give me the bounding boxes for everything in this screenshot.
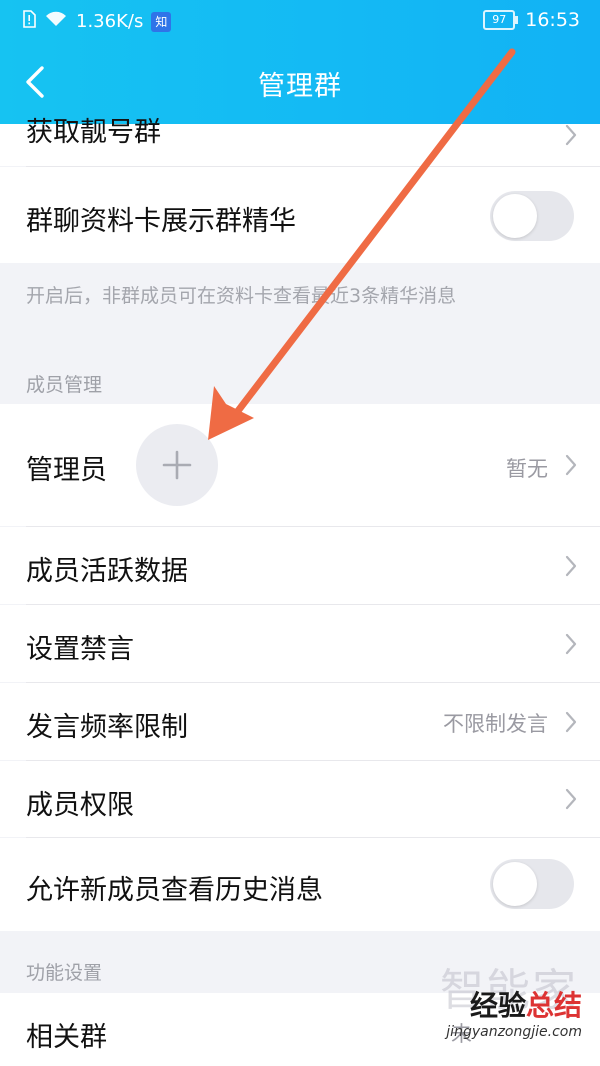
row-value: 暂无 xyxy=(506,457,548,481)
row-label: 允许新成员查看历史消息 xyxy=(26,875,323,906)
row-value: 未 xyxy=(451,1022,472,1046)
row-value: 不限制发言 xyxy=(443,712,548,736)
history-toggle[interactable] xyxy=(490,859,574,909)
add-admin-button[interactable] xyxy=(136,424,218,506)
chevron-right-icon xyxy=(565,788,577,810)
row-label: 获取靓号群 xyxy=(26,117,161,148)
row-pretty-number-group[interactable]: 获取靓号群 xyxy=(0,117,600,166)
chevron-right-icon xyxy=(565,555,577,577)
row-active-data[interactable]: 成员活跃数据 xyxy=(0,527,600,604)
row-related-group[interactable]: 相关群 未 xyxy=(0,993,600,1066)
clock: 16:53 xyxy=(525,9,580,31)
row-label: 成员权限 xyxy=(26,790,134,821)
row-permissions[interactable]: 成员权限 xyxy=(0,761,600,837)
row-label: 设置禁言 xyxy=(26,634,134,665)
page-title: 管理群 xyxy=(258,71,342,102)
row-rate-limit[interactable]: 发言频率限制 不限制发言 xyxy=(0,683,600,760)
status-right: 97 16:53 xyxy=(483,9,580,31)
row-label: 管理员 xyxy=(26,455,107,486)
row-label: 成员活跃数据 xyxy=(26,556,188,587)
toggle-knob xyxy=(493,862,537,906)
chevron-right-icon xyxy=(565,633,577,655)
battery-icon: 97 xyxy=(483,10,519,30)
chevron-right-icon xyxy=(565,454,577,476)
toggle-knob xyxy=(493,194,537,238)
essence-note: 开启后，非群成员可在资料卡查看最近3条精华消息 xyxy=(26,285,457,307)
chevron-right-icon xyxy=(565,124,577,146)
app-notification-icon: 知 xyxy=(151,11,172,32)
sim-alert-icon xyxy=(22,10,36,33)
status-left: 1.36K/s 知 xyxy=(22,10,172,33)
chevron-right-icon xyxy=(565,711,577,733)
wifi-icon xyxy=(44,10,68,33)
row-label: 相关群 xyxy=(26,1022,107,1053)
network-speed: 1.36K/s xyxy=(76,11,144,32)
row-show-essence: 群聊资料卡展示群精华 xyxy=(0,167,600,263)
row-mute[interactable]: 设置禁言 xyxy=(0,605,600,682)
section-header-function: 功能设置 xyxy=(26,962,103,984)
row-admin[interactable]: 管理员 暂无 xyxy=(0,404,600,526)
row-label: 群聊资料卡展示群精华 xyxy=(26,206,296,237)
row-label: 发言频率限制 xyxy=(26,712,188,743)
show-essence-toggle[interactable] xyxy=(490,191,574,241)
row-history: 允许新成员查看历史消息 xyxy=(0,838,600,931)
header: 1.36K/s 知 97 16:53 管理群 xyxy=(0,0,600,124)
status-bar: 1.36K/s 知 97 16:53 xyxy=(0,0,600,42)
section-header-member: 成员管理 xyxy=(26,374,103,396)
plus-icon xyxy=(162,450,192,480)
